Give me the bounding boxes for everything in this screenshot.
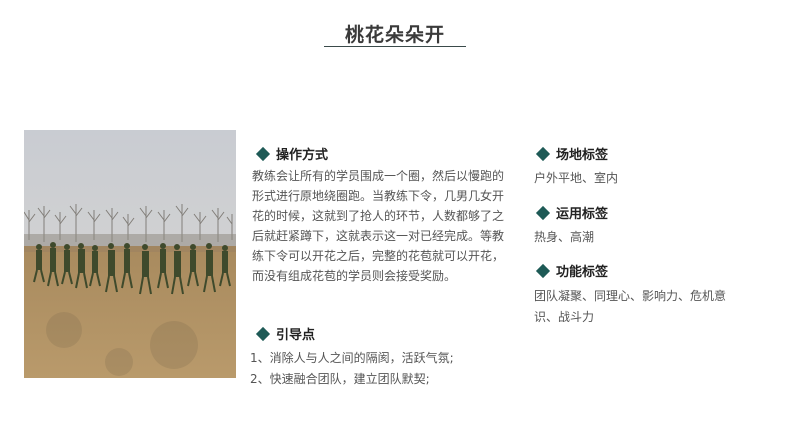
operation-line: 形式进行原地绕圈跑。当教练下令，几男几女开 (252, 189, 505, 203)
venue-heading-label: 场地标签 (556, 148, 609, 163)
venue-tags: 户外平地、室内 (534, 171, 619, 185)
page-title: 桃花朵朵开 (344, 24, 445, 46)
diamond-bullet-icon (255, 326, 271, 341)
guide-heading: 引导点 (255, 324, 316, 343)
title-underline (324, 46, 466, 47)
operation-line: 而没有组成花苞的学员则会接受奖励。 (252, 269, 457, 283)
operation-heading: 操作方式 (255, 144, 329, 163)
venue-heading: 场地标签 (535, 144, 609, 163)
diamond-bullet-icon (255, 146, 271, 161)
operation-description: 教练会让所有的学员围成一个圈，然后以慢跑的 形式进行原地绕圈跑。当教练下令，几男… (252, 166, 514, 286)
guide-item: 2、快速融合团队，建立团队默契; (250, 372, 430, 386)
operation-line: 花的时候，这就到了抢人的环节，人数都够了之 (252, 209, 505, 223)
page: 桃花朵朵开 操作方式 教练会让所有的学员围成一个圈，然后以慢跑的 形式进行原地绕… (0, 0, 790, 441)
guide-list: 1、消除人与人之间的隔阂，活跃气氛; 2、快速融合团队，建立团队默契; (250, 348, 512, 390)
function-heading: 功能标签 (535, 261, 609, 280)
function-line: 团队凝聚、同理心、影响力、危机意 (534, 289, 727, 303)
usage-tags: 热身、高潮 (534, 230, 595, 244)
activity-photo (24, 130, 236, 378)
diamond-bullet-icon (535, 205, 551, 220)
operation-line: 练下令可以开花之后，完整的花苞就可以开花， (252, 249, 505, 263)
operation-heading-label: 操作方式 (276, 148, 329, 163)
diamond-bullet-icon (535, 146, 551, 161)
guide-item: 1、消除人与人之间的隔阂，活跃气氛; (250, 351, 454, 365)
function-line: 识、战斗力 (534, 310, 595, 324)
operation-line: 后就赶紧蹲下，这就表示这一对已经完成。等教 (252, 229, 505, 243)
function-tags: 团队凝聚、同理心、影响力、危机意 识、战斗力 (534, 286, 754, 328)
diamond-bullet-icon (535, 263, 551, 278)
function-heading-label: 功能标签 (556, 265, 609, 280)
outdoor-group-activity-photo-icon (24, 130, 236, 378)
operation-line: 教练会让所有的学员围成一个圈，然后以慢跑的 (252, 169, 505, 183)
usage-heading-label: 运用标签 (556, 207, 609, 222)
guide-heading-label: 引导点 (276, 328, 316, 343)
usage-heading: 运用标签 (535, 203, 609, 222)
